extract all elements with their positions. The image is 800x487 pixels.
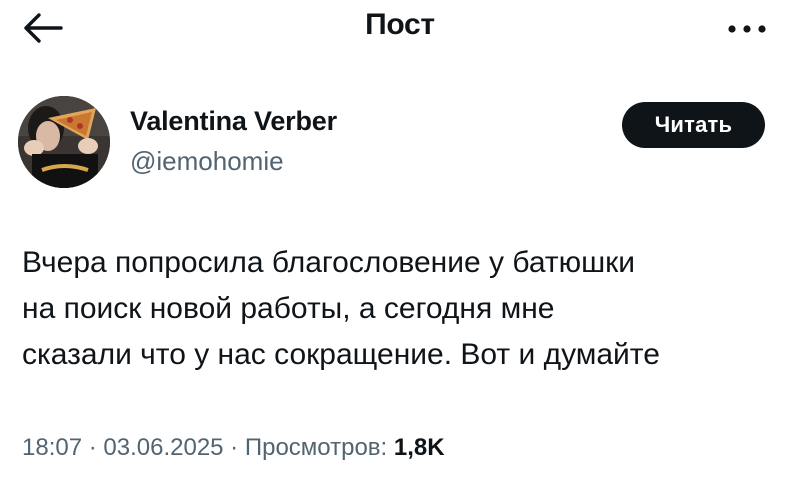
post-line: Вчера попросила благословение у батюшки (22, 246, 636, 279)
more-button[interactable] (724, 14, 770, 44)
follow-button[interactable]: Читать (622, 102, 765, 148)
views-label: Просмотров: (244, 434, 388, 461)
post-meta: 18:07 · 03.06.2025 · Просмотров: 1,8K (22, 434, 445, 462)
post-time[interactable]: 18:07 (22, 434, 82, 461)
meta-separator: · (82, 434, 104, 461)
meta-separator: · (223, 434, 245, 461)
post-line: сказали что у нас сокращение. Вот и дума… (22, 338, 660, 371)
profile-photo (18, 96, 110, 188)
avatar[interactable] (18, 96, 110, 188)
views-count[interactable]: 1,8K (394, 434, 445, 461)
top-bar: Пост (0, 0, 800, 60)
page-title: Пост (365, 8, 435, 41)
post-date[interactable]: 03.06.2025 (103, 434, 223, 461)
author-handle[interactable]: @iemohomie (130, 146, 284, 177)
author-name[interactable]: Valentina Verber (130, 106, 337, 137)
more-horizontal-icon (728, 25, 766, 33)
post-text: Вчера попросила благословение у батюшки … (22, 240, 792, 378)
post-line: на поиск новой работы, а сегодня мне (22, 292, 555, 325)
